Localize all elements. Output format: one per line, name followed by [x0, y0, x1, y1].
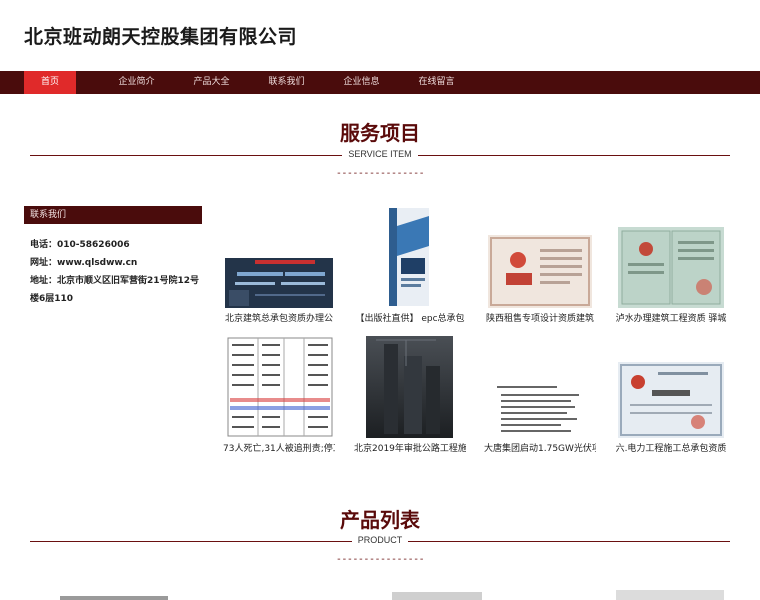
- item-image-7[interactable]: [493, 382, 589, 438]
- item-caption-1[interactable]: 北京建筑总承包资质办理公: [223, 311, 335, 324]
- contact-website: 网址：www.qlsdww.cn: [30, 258, 138, 268]
- nav-item-home[interactable]: 首页: [24, 71, 76, 94]
- nav-item-contact[interactable]: 联系我们: [249, 71, 324, 94]
- item-caption-4[interactable]: 泸水办理建筑工程资质 驿城: [615, 311, 727, 324]
- item-image-5[interactable]: [226, 336, 334, 438]
- product-image-2[interactable]: [392, 592, 482, 600]
- item-image-8[interactable]: [618, 362, 724, 438]
- nav-item-message[interactable]: 在线留言: [399, 71, 474, 94]
- contact-address: 地址：北京市顺义区旧军营街21号院12号楼6层110: [30, 276, 200, 304]
- item-image-3[interactable]: [488, 235, 592, 308]
- item-caption-8[interactable]: 六.电力工程施工总承包资质: [615, 441, 727, 454]
- nav-item-about[interactable]: 企业简介: [99, 71, 174, 94]
- item-caption-7[interactable]: 大唐集团启动1.75GW光伏项: [484, 441, 596, 454]
- services-subtitle: SERVICE ITEM: [0, 149, 760, 160]
- item-caption-3[interactable]: 陕西租售专项设计资质建筑: [484, 311, 596, 324]
- services-dashes: ----------------: [335, 168, 425, 179]
- products-dashes: ----------------: [335, 554, 425, 565]
- contact-phone: 电话：010-58626006: [30, 240, 130, 250]
- sidebar-contact-heading: 联系我们: [24, 206, 202, 224]
- item-caption-2[interactable]: 【出版社直供】 epc总承包: [354, 311, 466, 324]
- products-title: 产品列表: [340, 508, 420, 532]
- product-image-3[interactable]: [616, 590, 724, 600]
- item-image-4[interactable]: [618, 227, 724, 308]
- item-caption-5[interactable]: 73人死亡,31人被追刑责;停工: [223, 441, 335, 454]
- services-title: 服务项目: [340, 121, 420, 145]
- nav-item-products[interactable]: 产品大全: [174, 71, 249, 94]
- item-image-6[interactable]: [366, 336, 453, 438]
- products-subtitle: PRODUCT: [0, 535, 760, 546]
- nav-item-company-info[interactable]: 企业信息: [324, 71, 399, 94]
- product-image-1[interactable]: [60, 596, 168, 600]
- item-image-1[interactable]: [225, 258, 333, 308]
- item-image-2[interactable]: [387, 206, 433, 308]
- item-caption-6[interactable]: 北京2019年审批公路工程施: [354, 441, 466, 454]
- main-nav: 首页 企业简介 产品大全 联系我们 企业信息 在线留言: [0, 71, 760, 94]
- site-title: 北京班动朗天控股集团有限公司: [24, 26, 298, 48]
